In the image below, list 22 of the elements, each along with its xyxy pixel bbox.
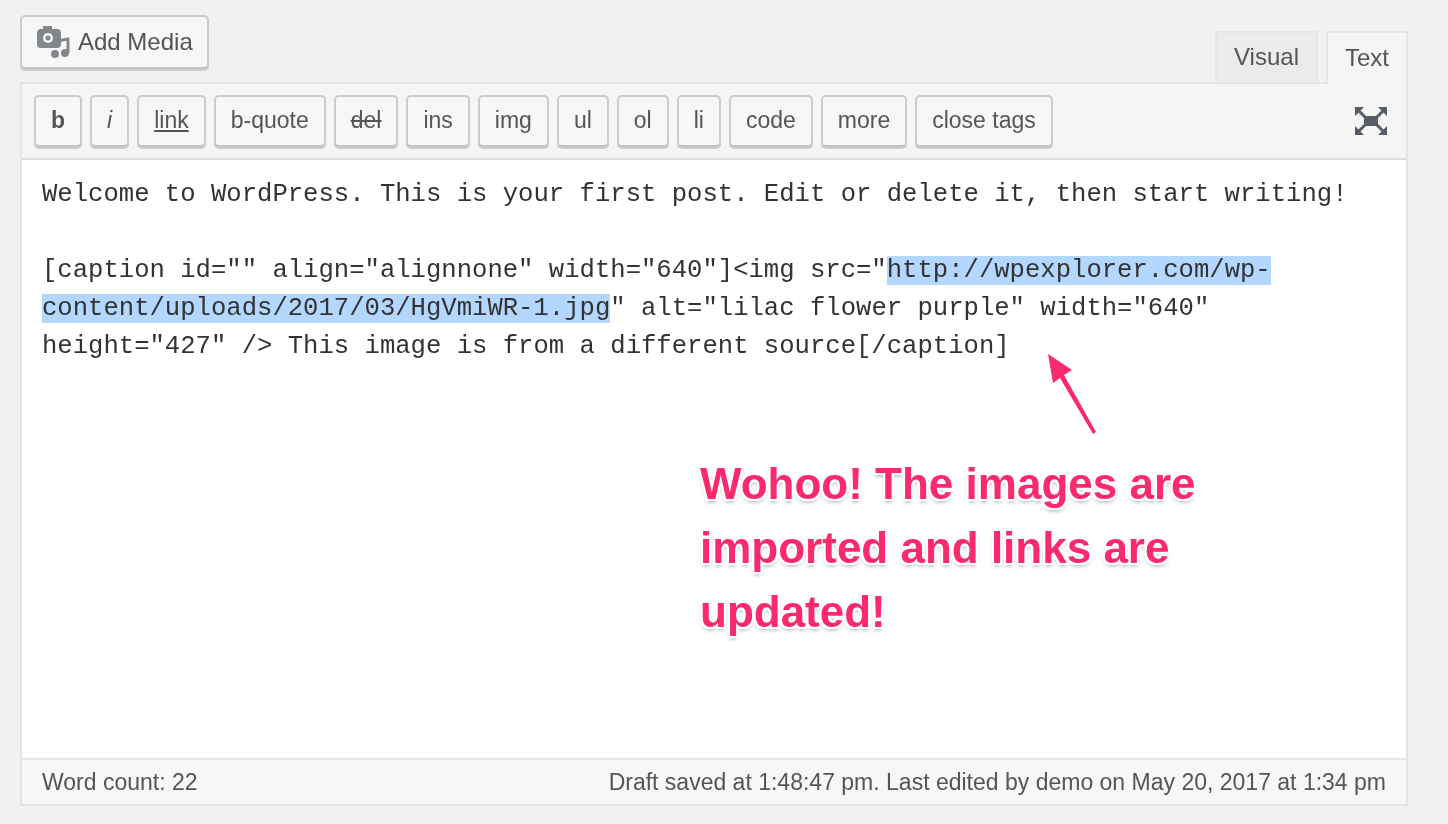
add-media-button[interactable]: Add Media bbox=[20, 15, 209, 69]
toolbar-button[interactable]: link bbox=[137, 94, 206, 147]
toolbar-button[interactable]: li bbox=[676, 94, 721, 147]
toolbar-button[interactable]: ins bbox=[406, 94, 470, 147]
editor-tab[interactable]: Visual bbox=[1215, 31, 1318, 82]
editor-tab[interactable]: Text bbox=[1326, 31, 1408, 84]
toolbar-button[interactable]: b-quote bbox=[213, 94, 326, 147]
fullscreen-icon[interactable] bbox=[1354, 105, 1388, 136]
annotation-text: Wohoo! The images are imported and links are updated! bbox=[700, 457, 1197, 638]
toolbar-button[interactable]: close tags bbox=[915, 94, 1053, 147]
editor-text: Welcome to WordPress. This is your first post. Edit or delete it, then start writing! bbox=[42, 178, 1349, 211]
toolbar-button[interactable]: img bbox=[477, 94, 549, 147]
toolbar-button[interactable]: ul bbox=[556, 94, 609, 147]
toolbar-button[interactable]: i bbox=[90, 94, 130, 147]
toolbar-button[interactable]: code bbox=[728, 94, 813, 147]
word-count: Word count: 22 bbox=[42, 767, 198, 797]
toolbar-button[interactable]: more bbox=[820, 94, 908, 147]
media-icon bbox=[36, 26, 70, 58]
toolbar-button[interactable]: b bbox=[34, 94, 83, 147]
toolbar-button[interactable]: del bbox=[333, 94, 399, 147]
save-status: Draft saved at 1:48:47 pm. Last edited by demo on May 20, 2017 at 1:34 pm bbox=[608, 767, 1386, 797]
toolbar-button[interactable]: ol bbox=[616, 94, 669, 147]
